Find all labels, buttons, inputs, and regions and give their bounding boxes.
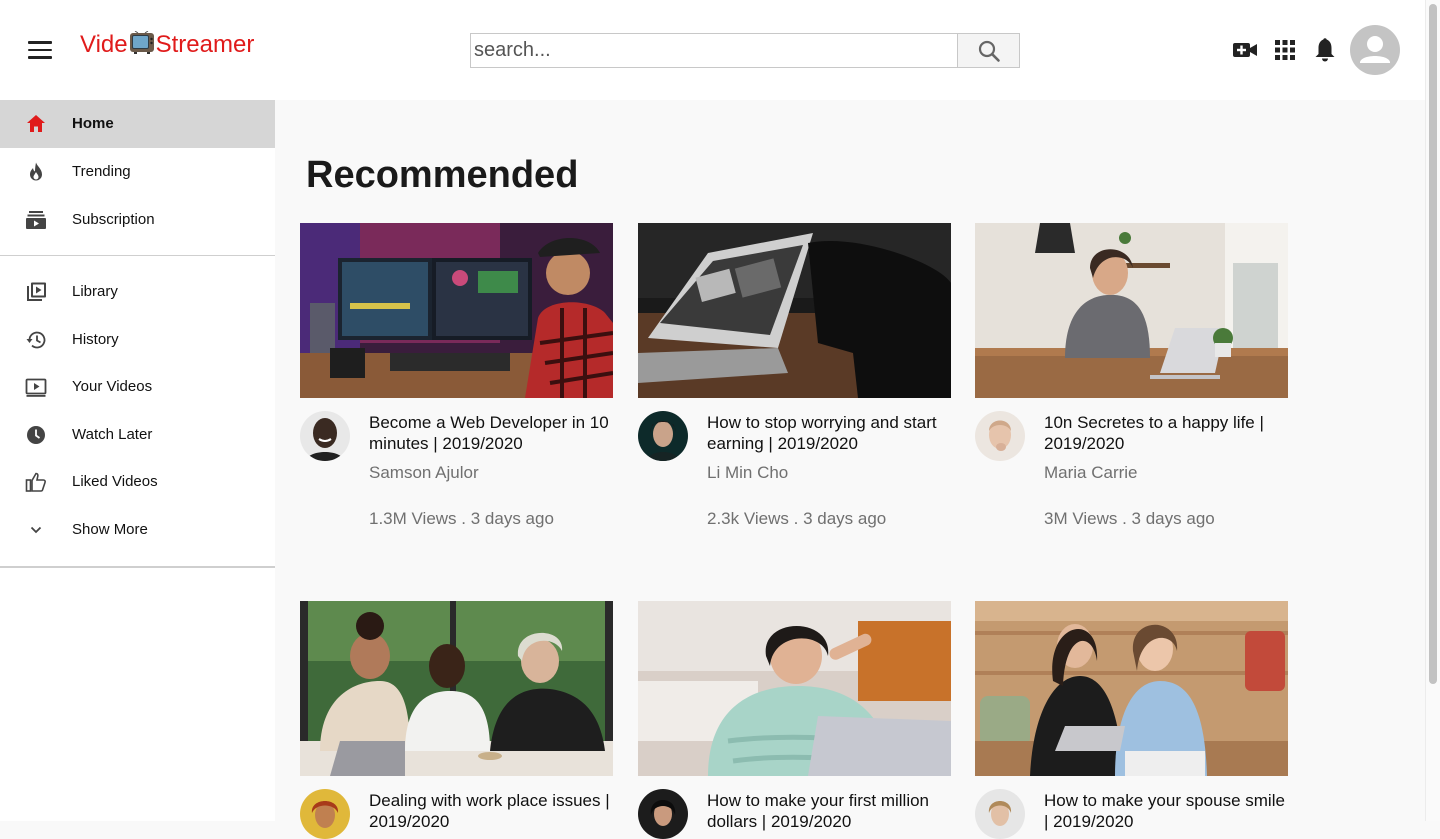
sidebar-item-label: Subscription xyxy=(72,211,155,228)
home-icon xyxy=(27,115,45,132)
channel-name[interactable]: Samson Ajulor xyxy=(369,462,479,483)
logo[interactable]: Vide Streamer xyxy=(80,30,254,60)
video-title[interactable]: Become a Web Developer in 10 minutes | 2… xyxy=(369,412,613,454)
video-title[interactable]: How to make your first million dollars |… xyxy=(707,790,951,832)
sidebar-item-home[interactable]: Home xyxy=(0,100,275,148)
channel-avatar[interactable] xyxy=(975,789,1025,839)
channel-avatar[interactable] xyxy=(975,411,1025,461)
page-scrollbar[interactable] xyxy=(1425,0,1440,821)
fire-icon xyxy=(30,162,42,181)
video-thumbnail[interactable] xyxy=(300,601,613,776)
logo-text-left: Vide xyxy=(80,31,128,58)
library-icon xyxy=(27,282,46,301)
search-button[interactable] xyxy=(957,33,1020,68)
video-meta: 2.3k Views . 3 days ago xyxy=(707,509,887,528)
sidebar-item-subscription[interactable]: Subscription xyxy=(0,196,275,244)
sidebar-item-watch-later[interactable]: Watch Later xyxy=(0,411,275,459)
sidebar-item-liked-videos[interactable]: Liked Videos xyxy=(0,458,275,506)
sidebar-item-label: Watch Later xyxy=(72,426,153,443)
video-title[interactable]: 10n Secretes to a happy life | 2019/2020 xyxy=(1044,412,1288,454)
page-title: Recommended xyxy=(306,154,579,196)
video-thumbnail[interactable] xyxy=(975,223,1288,398)
channel-name[interactable]: Maria Carrie xyxy=(1044,462,1138,483)
video-thumbnail[interactable] xyxy=(975,601,1288,776)
video-camera-plus-icon[interactable] xyxy=(1232,37,1258,63)
video-meta: 1.3M Views . 3 days ago xyxy=(369,509,554,528)
video-title[interactable]: How to make your spouse smile | 2019/202… xyxy=(1044,790,1288,832)
tv-icon xyxy=(129,30,155,55)
channel-avatar[interactable] xyxy=(300,789,350,839)
logo-text-right: Streamer xyxy=(155,31,255,58)
sidebar-divider xyxy=(0,566,275,568)
video-title[interactable]: How to stop worrying and start earning |… xyxy=(707,412,951,454)
video-thumbnail[interactable] xyxy=(638,223,951,398)
history-icon xyxy=(26,331,46,349)
video-thumbnail[interactable] xyxy=(300,223,613,398)
sidebar-item-library[interactable]: Library xyxy=(0,268,275,316)
sidebar-item-label: Liked Videos xyxy=(72,473,158,490)
sidebar-item-trending[interactable]: Trending xyxy=(0,148,275,196)
sidebar: Home Trending Subscription Library Histo… xyxy=(0,100,275,821)
clock-icon xyxy=(27,426,45,444)
sidebar-item-label: Show More xyxy=(72,521,148,538)
top-header: Vide Streamer xyxy=(0,0,1425,100)
subscriptions-icon xyxy=(26,211,46,229)
sidebar-item-show-more[interactable]: Show More xyxy=(0,506,275,554)
bell-icon[interactable] xyxy=(1312,37,1338,63)
sidebar-item-label: Trending xyxy=(72,163,131,180)
sidebar-item-your-videos[interactable]: Your Videos xyxy=(0,363,275,411)
channel-avatar[interactable] xyxy=(300,411,350,461)
scrollbar-thumb[interactable] xyxy=(1429,4,1437,684)
channel-avatar[interactable] xyxy=(638,789,688,839)
apps-grid-icon[interactable] xyxy=(1272,37,1298,63)
sidebar-item-label: Home xyxy=(72,115,114,132)
search-bar xyxy=(470,33,1020,68)
sidebar-item-label: Library xyxy=(72,283,118,300)
video-thumbnail[interactable] xyxy=(638,601,951,776)
menu-icon[interactable] xyxy=(28,40,52,60)
channel-avatar[interactable] xyxy=(638,411,688,461)
video-title[interactable]: Dealing with work place issues | 2019/20… xyxy=(369,790,613,832)
sidebar-item-label: History xyxy=(72,331,119,348)
chevron-down-icon xyxy=(30,526,42,534)
video-meta: 3M Views . 3 days ago xyxy=(1044,509,1215,528)
sidebar-item-label: Your Videos xyxy=(72,378,153,395)
sidebar-divider xyxy=(0,255,275,256)
search-icon xyxy=(978,40,1000,62)
user-avatar-icon[interactable] xyxy=(1350,25,1400,75)
search-input[interactable] xyxy=(470,33,957,68)
your-videos-icon xyxy=(25,378,47,397)
thumbs-up-icon xyxy=(25,472,46,492)
sidebar-item-history[interactable]: History xyxy=(0,316,275,364)
channel-name[interactable]: Li Min Cho xyxy=(707,462,788,483)
